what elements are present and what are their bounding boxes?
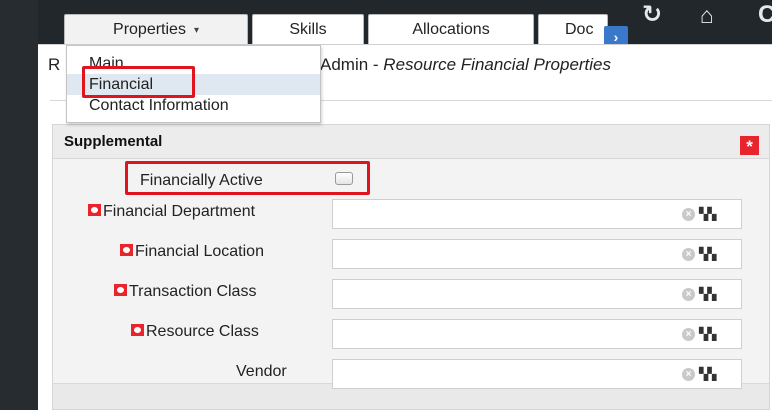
tab-documents-label: Doc [565, 21, 594, 38]
page-title-admin: Admin - [320, 55, 384, 74]
highlight-financial [82, 66, 195, 98]
required-field-icon [114, 284, 127, 296]
vendor-input[interactable] [332, 359, 742, 389]
chevron-right-icon: › [613, 28, 619, 45]
page-title-subtitle: Resource Financial Properties [383, 55, 612, 74]
resource-class-input[interactable] [332, 319, 742, 349]
binoculars-lookup-icon[interactable]: ▚▚ [699, 247, 716, 261]
required-field-icon [88, 204, 101, 216]
refresh-icon[interactable]: ↻ [642, 2, 662, 28]
tab-properties[interactable]: Properties ▾ [64, 14, 248, 45]
tab-properties-label: Properties [113, 21, 186, 38]
clear-icon[interactable]: × [682, 248, 695, 261]
tab-allocations[interactable]: Allocations [368, 14, 534, 45]
binoculars-lookup-icon[interactable]: ▚▚ [699, 207, 716, 221]
transaction-class-label-text: Transaction Class [129, 283, 257, 300]
clear-icon[interactable]: × [682, 208, 695, 221]
tab-allocations-label: Allocations [412, 21, 490, 38]
panel-title: Supplemental [64, 133, 163, 150]
tab-skills[interactable]: Skills [252, 14, 364, 45]
financial-department-label-text: Financial Department [103, 203, 256, 220]
required-field-icon [120, 244, 133, 256]
vendor-label: Vendor [236, 363, 287, 380]
clear-icon[interactable]: × [682, 368, 695, 381]
clear-icon[interactable]: × [682, 328, 695, 341]
required-field-icon [131, 324, 144, 336]
financial-location-input[interactable] [332, 239, 742, 269]
financial-department-label: Financial Department [88, 203, 255, 221]
panel-header: Supplemental * [53, 125, 769, 159]
binoculars-lookup-icon[interactable]: ▚▚ [699, 367, 716, 381]
resource-class-label: Resource Class [131, 323, 259, 341]
highlight-financially-active [125, 161, 370, 195]
financial-location-label-text: Financial Location [135, 243, 264, 260]
tab-skills-label: Skills [289, 21, 327, 38]
tab-documents[interactable]: Doc [538, 14, 608, 45]
binoculars-lookup-icon[interactable]: ▚▚ [699, 287, 716, 301]
required-asterisk-icon: * [740, 136, 759, 156]
left-sidebar [0, 0, 38, 410]
resource-class-label-text: Resource Class [146, 323, 259, 340]
binoculars-lookup-icon[interactable]: ▚▚ [699, 327, 716, 341]
page-title-prefix: R [48, 55, 61, 74]
financial-location-label: Financial Location [120, 243, 264, 261]
financial-department-input[interactable] [332, 199, 742, 229]
transaction-class-label: Transaction Class [114, 283, 256, 301]
home-icon[interactable]: ⌂ [700, 2, 714, 28]
transaction-class-input[interactable] [332, 279, 742, 309]
menu-item-contact-information[interactable]: Contact Information [67, 95, 320, 116]
chevron-down-icon: ▾ [193, 24, 199, 36]
toolbar-overflow-icon[interactable]: C [758, 2, 772, 28]
clear-icon[interactable]: × [682, 288, 695, 301]
page-title-text: Admin - Resource Financial Properties [320, 55, 611, 75]
